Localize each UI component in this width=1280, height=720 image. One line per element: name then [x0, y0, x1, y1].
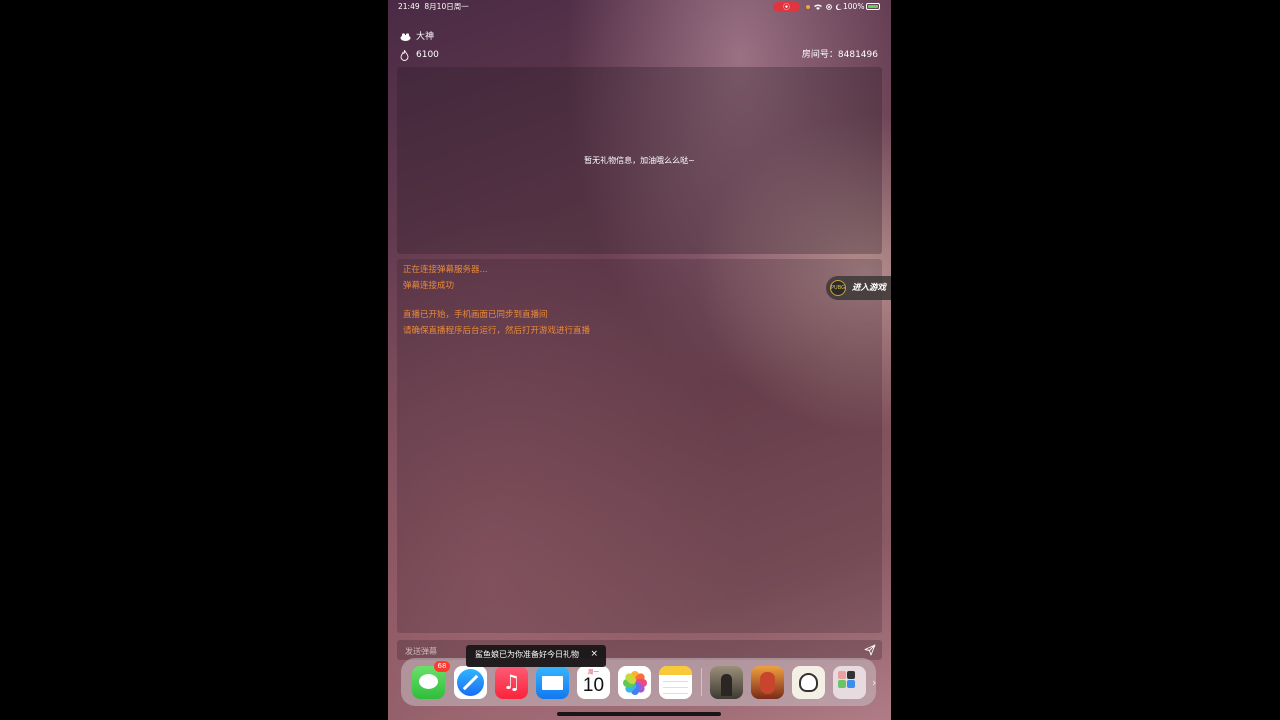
chat-line: 弹幕连接成功 — [403, 281, 455, 291]
anchor-avatar-icon — [400, 33, 411, 41]
chat-line: 直播已开始，手机画面已同步到直播间 — [403, 310, 548, 320]
battery-percent: 100% — [843, 2, 865, 11]
gift-panel: 暂无礼物信息，加油哦么么哒~ — [397, 67, 882, 254]
app-folder[interactable] — [833, 666, 866, 699]
orange-dot-indicator — [806, 5, 810, 9]
user-name: 大神 — [416, 32, 435, 42]
calendar-app[interactable]: 周一 10 — [577, 666, 610, 699]
dock-separator — [701, 668, 702, 696]
soldier-icon — [721, 674, 732, 696]
ipad-screen: 21:49 8月10日周一 ⦿ 100% 大神 6100 房间号：8481496… — [388, 0, 891, 720]
chat-line: 正在连接弹幕服务器... — [403, 265, 488, 275]
calendar-date: 10 — [582, 675, 605, 696]
enter-game-button[interactable]: PUBG 进入游戏 — [826, 276, 891, 300]
messages-badge: 68 — [434, 661, 450, 672]
count-value: 6100 — [416, 50, 439, 60]
dock-more-chevron-icon[interactable]: › — [872, 676, 876, 689]
folder-app-icon — [838, 680, 846, 688]
status-bar: 21:49 8月10日周一 ⦿ 100% — [388, 0, 891, 14]
huya-app[interactable] — [792, 666, 825, 699]
moon-icon — [836, 4, 843, 11]
enter-game-label: 进入游戏 — [852, 283, 887, 293]
gift-empty-message: 暂无礼物信息，加油哦么么哒~ — [584, 156, 695, 165]
toast-text: 鲨鱼娘已为你准备好今日礼物 — [475, 650, 579, 659]
folder-app-icon — [838, 671, 846, 679]
wifi-icon — [814, 4, 822, 10]
folder-app-icon — [847, 671, 855, 679]
status-time: 21:49 8月10日周一 — [398, 2, 469, 11]
folder-app-icon — [847, 680, 855, 688]
safari-app[interactable] — [454, 666, 487, 699]
photos-app[interactable] — [618, 666, 651, 699]
mail-app[interactable] — [536, 666, 569, 699]
chat-list: 正在连接弹幕服务器... 弹幕连接成功 直播已开始，手机画面已同步到直播间 请确… — [403, 262, 590, 339]
notes-line — [663, 681, 688, 682]
danmaku-panel[interactable]: 正在连接弹幕服务器... 弹幕连接成功 直播已开始，手机画面已同步到直播间 请确… — [397, 259, 882, 633]
send-icon[interactable] — [864, 644, 876, 656]
notes-app[interactable] — [659, 666, 692, 699]
flame-icon — [400, 50, 409, 61]
home-indicator[interactable] — [557, 712, 721, 716]
music-app[interactable]: ♫ — [495, 666, 528, 699]
room-id: 房间号：8481496 — [801, 50, 878, 60]
status-icons — [814, 0, 843, 14]
chat-spacer — [403, 294, 590, 307]
mascot-icon — [799, 673, 818, 692]
notes-line — [663, 687, 688, 688]
message-bubble-icon — [419, 674, 438, 689]
pubg-mobile-app[interactable] — [710, 666, 743, 699]
notes-line — [663, 693, 688, 694]
envelope-icon — [542, 676, 563, 690]
battery-icon — [866, 3, 880, 10]
screen-record-indicator[interactable]: ⦿ — [773, 2, 800, 12]
close-icon[interactable]: × — [590, 649, 598, 659]
honor-of-kings-app[interactable] — [751, 666, 784, 699]
notes-header-icon — [659, 666, 692, 675]
pubg-logo-icon: PUBG — [830, 280, 846, 296]
chat-line: 请确保直播程序后台运行，然后打开游戏进行直播 — [403, 326, 591, 336]
gift-toast[interactable]: 鲨鱼娘已为你准备好今日礼物 × — [466, 645, 606, 667]
hero-icon — [760, 672, 775, 694]
location-icon — [826, 4, 833, 10]
